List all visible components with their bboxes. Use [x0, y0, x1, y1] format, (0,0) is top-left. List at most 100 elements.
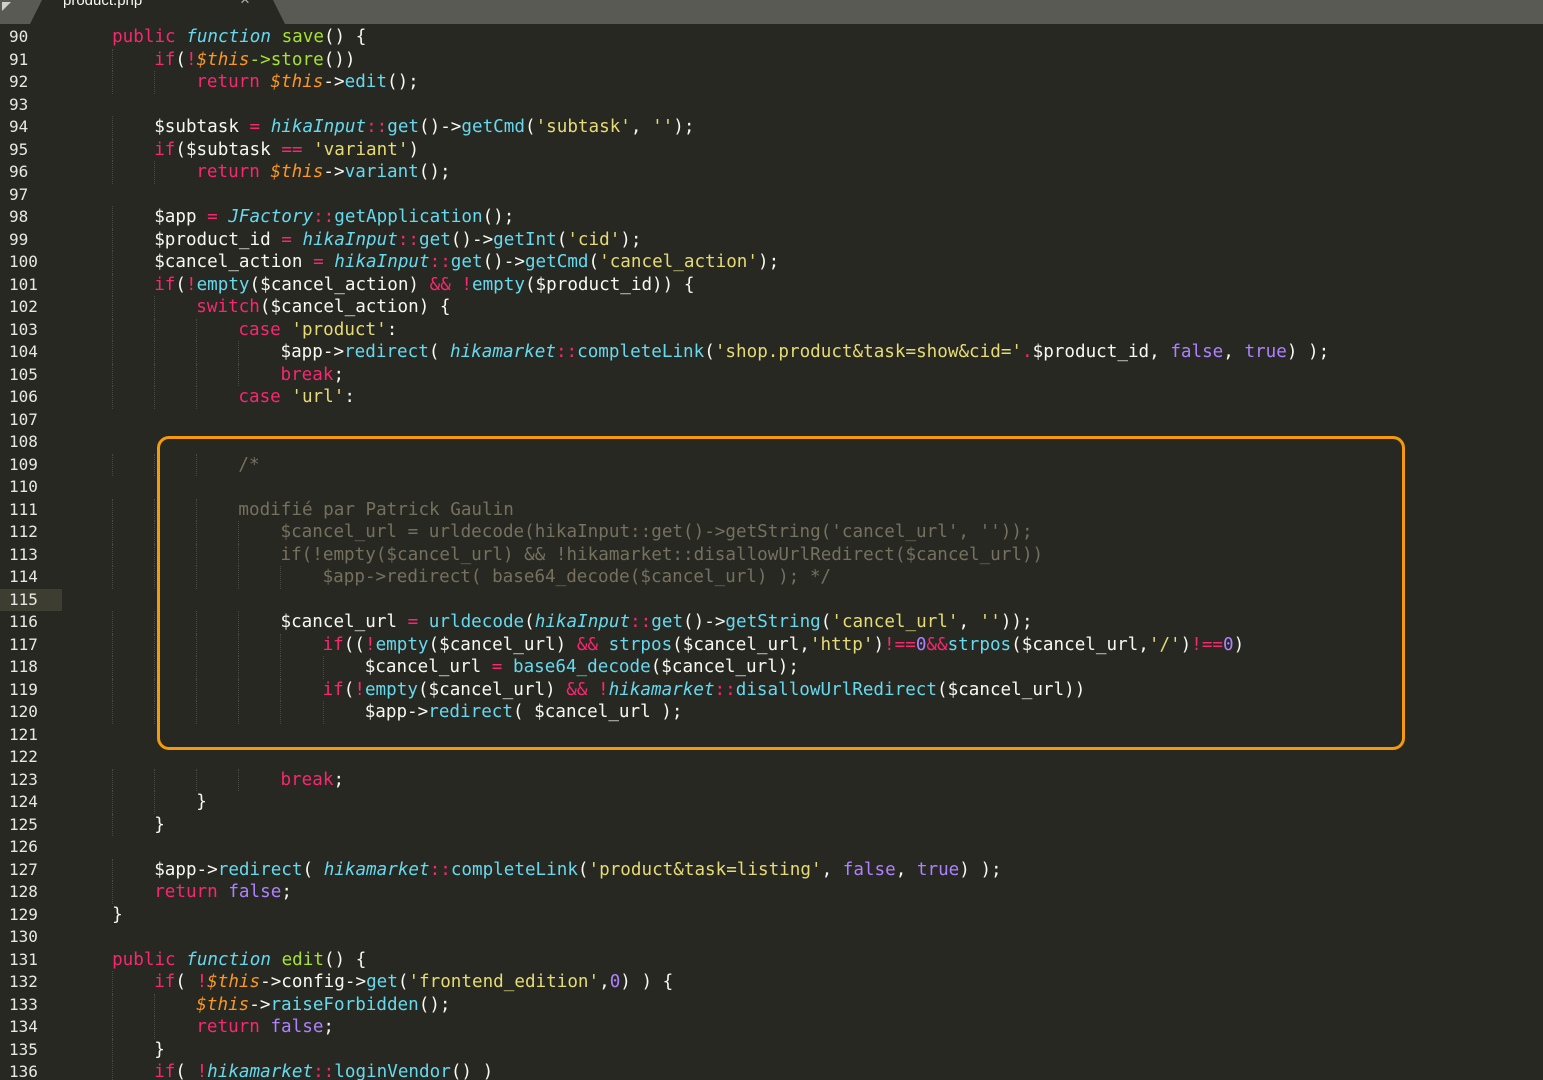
- code-line[interactable]: 113 if(!empty($cancel_url) && !hikamarket…: [0, 543, 1543, 567]
- code-token: );: [758, 252, 780, 272]
- code-token: $app->: [154, 859, 218, 880]
- code-line[interactable]: 93: [0, 94, 1543, 117]
- code-line[interactable]: 117 if((!empty($cancel_url) && strpos($ca…: [0, 633, 1543, 656]
- code-line[interactable]: 127 $app->redirect( hikamarket::completeL…: [0, 858, 1543, 881]
- code-token: completeLink: [577, 342, 705, 362]
- close-icon[interactable]: ×: [240, 0, 250, 10]
- code-line[interactable]: 132 if( !$this->config->get('frontend_edi…: [0, 971, 1543, 994]
- code-line[interactable]: 106 case 'url':: [0, 386, 1543, 409]
- code-line[interactable]: 91 if(!$this->store()): [0, 48, 1543, 71]
- code-token: /*: [238, 454, 260, 475]
- code-token: ()->: [419, 117, 462, 137]
- code-line[interactable]: 104 $app->redirect( hikamarket::completeL…: [0, 341, 1543, 364]
- code-line[interactable]: 131 public function edit() {: [0, 949, 1543, 972]
- code-line[interactable]: 109 /*: [0, 453, 1543, 477]
- code-token: ) );: [959, 859, 1002, 880]
- code-token: 'http': [809, 634, 874, 655]
- code-token: ()->: [450, 229, 494, 250]
- code-token: 'cancel_url': [831, 612, 959, 632]
- tab-scroll-left-icon[interactable]: [2, 2, 11, 11]
- code-line[interactable]: 90 public function save() {: [0, 26, 1543, 49]
- code-line[interactable]: 124}: [0, 791, 1543, 814]
- code-token: &&: [429, 274, 462, 295]
- code-line[interactable]: 125}: [0, 813, 1543, 837]
- code-token: $this: [196, 49, 250, 70]
- code-token: $app->redirect( base64_decode($cancel_ur…: [322, 567, 832, 587]
- code-text: $app = JFactory::getApplication();: [154, 206, 514, 229]
- code-line[interactable]: 112 $cancel_url = urldecode(hikaInput::ge…: [0, 521, 1543, 544]
- code-line[interactable]: 118 $cancel_url = base64_decode($cancel_u…: [0, 656, 1543, 679]
- code-token: return: [196, 72, 271, 92]
- code-line[interactable]: 107: [0, 409, 1543, 432]
- code-line[interactable]: 94 $subtask = hikaInput::get()->getCmd('s…: [0, 116, 1543, 139]
- code-token: :: [386, 319, 398, 340]
- code-line[interactable]: 129}: [0, 904, 1543, 927]
- code-text: $app->redirect( hikamarket::completeLink…: [281, 341, 1330, 364]
- indent-guide: [196, 498, 198, 521]
- code-line[interactable]: 115: [0, 588, 1543, 611]
- code-line[interactable]: 96 return $this->variant();: [0, 161, 1543, 184]
- line-number: 109: [9, 454, 38, 474]
- code-line[interactable]: 116 $cancel_url = urldecode(hikaInput::ge…: [0, 611, 1543, 634]
- code-token: !: [185, 49, 197, 70]
- code-token: ) ) {: [620, 972, 674, 992]
- code-line[interactable]: 123 break;: [0, 768, 1543, 791]
- code-line[interactable]: 135}: [0, 1038, 1543, 1061]
- code-line[interactable]: 126: [0, 836, 1543, 859]
- code-text: $cancel_url = base64_decode($cancel_url)…: [365, 656, 799, 679]
- code-line[interactable]: 102 switch($cancel_action) {: [0, 296, 1543, 319]
- code-editor[interactable]: 90 public function save() {91 if(!$this->s…: [0, 26, 1543, 1080]
- code-line[interactable]: 108: [0, 431, 1543, 454]
- code-token: JFactory: [228, 207, 314, 227]
- indent-guide: [112, 971, 113, 994]
- code-token: ,: [821, 859, 843, 880]
- code-line[interactable]: 120 $app->redirect( $cancel_url );: [0, 701, 1543, 724]
- code-token: public: [112, 949, 187, 970]
- code-token: ($cancel_url);: [650, 657, 799, 677]
- code-token: &&: [576, 634, 609, 655]
- code-token: false: [842, 859, 896, 880]
- code-line[interactable]: 105 break;: [0, 363, 1543, 386]
- code-line[interactable]: 128 return false;: [0, 881, 1543, 904]
- line-number: 123: [9, 769, 38, 789]
- line-number: 122: [9, 747, 38, 766]
- code-line[interactable]: 114 $app->redirect( base64_decode($cancel…: [0, 566, 1543, 589]
- indent-guide: [238, 566, 240, 589]
- code-line[interactable]: 122: [0, 746, 1543, 769]
- code-line[interactable]: 95 if($subtask == 'variant'): [0, 138, 1543, 161]
- code-token: case: [238, 387, 292, 407]
- code-line[interactable]: 119 if(!empty($cancel_url) && !hikamarket…: [0, 678, 1543, 701]
- code-line[interactable]: 121: [0, 724, 1543, 747]
- code-text: /*: [238, 454, 259, 477]
- code-line[interactable]: 134 return false;: [0, 1016, 1543, 1039]
- code-token: (: [343, 679, 355, 700]
- code-line[interactable]: 92 return $this->edit();: [0, 71, 1543, 94]
- code-token: $this: [270, 72, 324, 92]
- code-token: redirect: [428, 702, 513, 722]
- code-line[interactable]: 98 $app = JFactory::getApplication();: [0, 206, 1543, 229]
- code-line[interactable]: 101 if(!empty($cancel_action) && !empty($…: [0, 273, 1543, 296]
- code-text: if(!empty($cancel_url) && !hikamarket::d…: [281, 544, 1044, 567]
- code-token: 'frontend_edition': [408, 972, 600, 992]
- code-line[interactable]: 133 $this->raiseForbidden();: [0, 993, 1543, 1016]
- code-line[interactable]: 110: [0, 476, 1543, 499]
- line-number: 110: [9, 477, 38, 496]
- code-text: }: [154, 814, 165, 837]
- code-token: (: [524, 612, 535, 632]
- code-token: $cancel_url: [280, 612, 408, 632]
- line-number: 114: [9, 567, 38, 586]
- code-line[interactable]: 97: [0, 184, 1543, 207]
- line-number: 113: [9, 544, 38, 564]
- indent-guide: [112, 791, 113, 814]
- code-line[interactable]: 103 case 'product':: [0, 318, 1543, 341]
- code-line[interactable]: 111 modifié par Patrick Gaulin: [0, 498, 1543, 521]
- code-text: }: [196, 791, 207, 814]
- code-line[interactable]: 100 $cancel_action = hikaInput::get()->ge…: [0, 251, 1543, 274]
- code-token: false: [270, 1017, 324, 1037]
- code-line[interactable]: 99 $product_id = hikaInput::get()->getInt…: [0, 228, 1543, 251]
- tab-title: product.php: [63, 0, 143, 9]
- code-line[interactable]: 136 if( !hikamarket::loginVendor() ): [0, 1061, 1543, 1080]
- code-token: ($cancel_url): [428, 634, 577, 655]
- code-line[interactable]: 130: [0, 926, 1543, 949]
- tab-product-php[interactable]: product.php ×: [30, 0, 285, 24]
